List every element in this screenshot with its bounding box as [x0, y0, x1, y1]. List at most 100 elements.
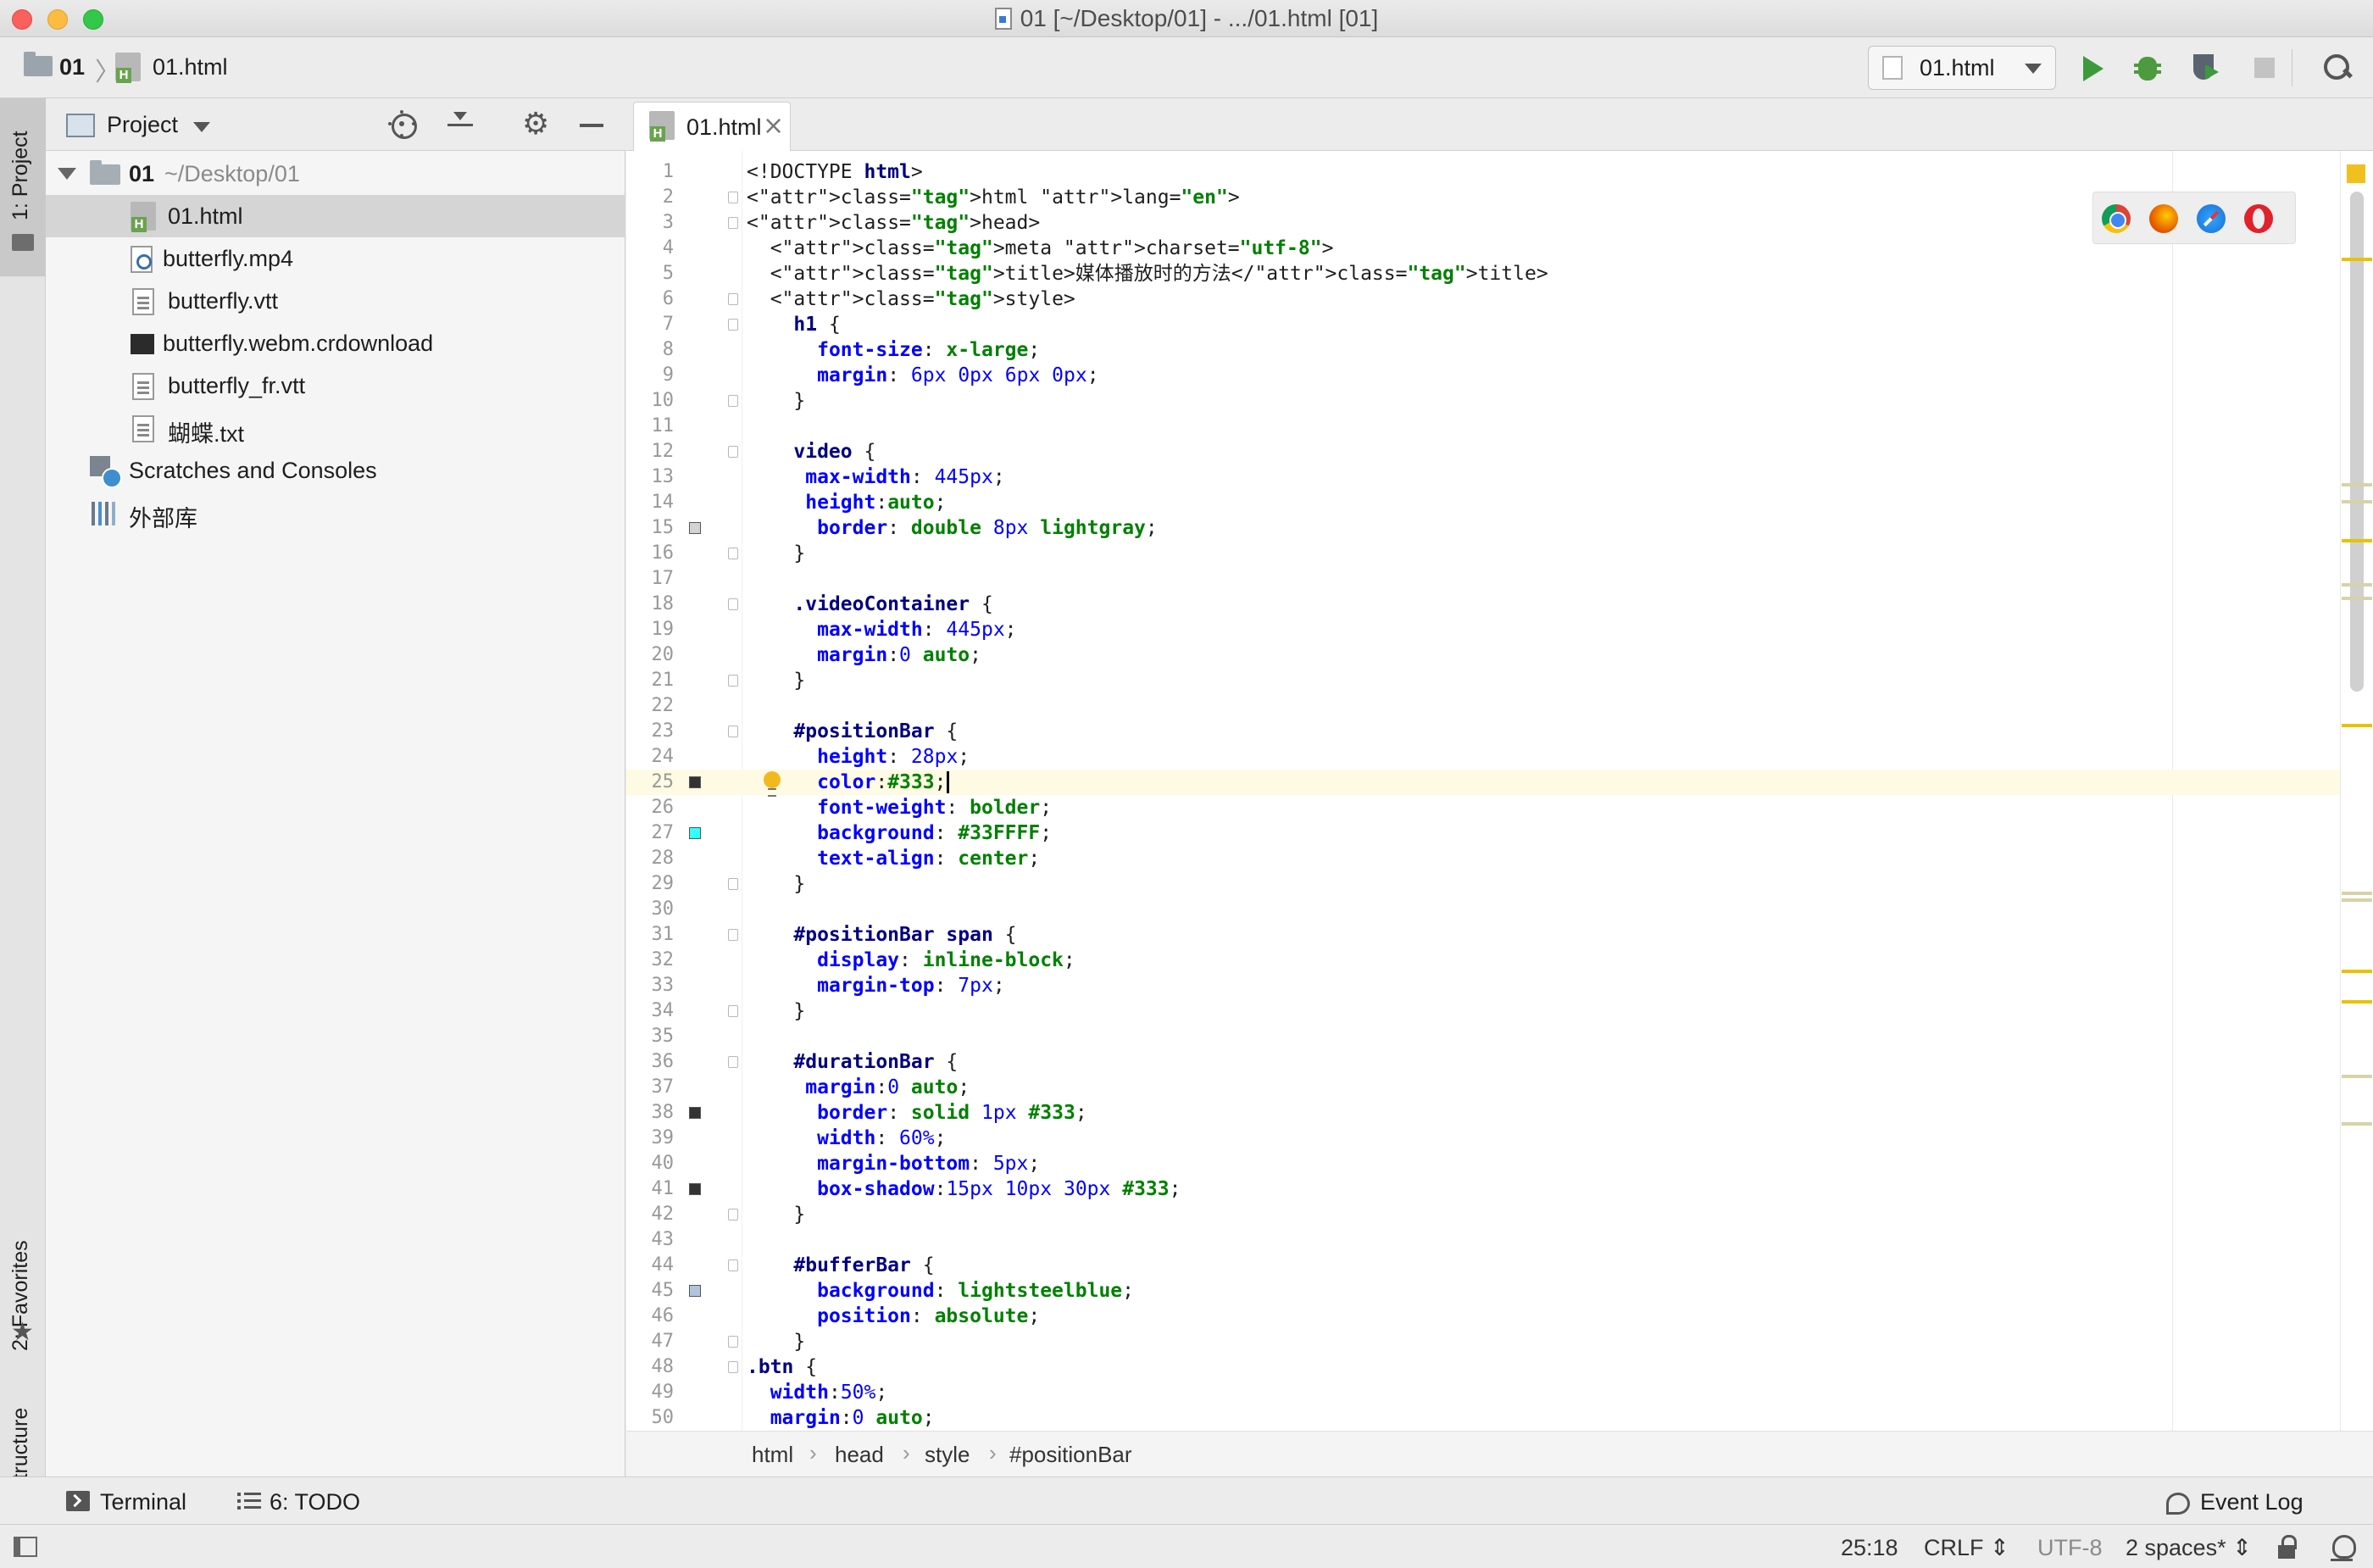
line-number[interactable]: 8: [626, 337, 674, 363]
stop-button[interactable]: [2246, 49, 2283, 86]
fold-marker-icon[interactable]: [728, 878, 738, 890]
line-number[interactable]: 10: [626, 388, 675, 414]
line-number[interactable]: 30: [626, 897, 675, 922]
code-line[interactable]: 49 width:50%;: [626, 1380, 2373, 1405]
code-line[interactable]: 23 #positionBar {: [626, 719, 2373, 744]
chrome-icon[interactable]: [2102, 204, 2131, 233]
line-number[interactable]: 44: [626, 1253, 675, 1278]
line-number[interactable]: 25: [626, 770, 675, 795]
breadcrumb-file[interactable]: 01.html: [153, 54, 228, 81]
line-number[interactable]: 21: [626, 668, 675, 693]
code-line[interactable]: 26 font-weight: bolder;: [626, 795, 2373, 820]
code-line[interactable]: 48 .btn {: [626, 1354, 2373, 1380]
line-number[interactable]: 37: [626, 1075, 675, 1100]
code-line[interactable]: 32 display: inline-block;: [626, 948, 2373, 973]
code-line[interactable]: 44 #bufferBar {: [626, 1253, 2373, 1278]
line-number[interactable]: 47: [626, 1329, 675, 1354]
code-line[interactable]: 38 border: solid 1px #333;: [626, 1100, 2373, 1126]
line-number[interactable]: 4: [626, 236, 674, 261]
line-number[interactable]: 2: [626, 185, 674, 210]
fold-marker-icon[interactable]: [728, 1005, 738, 1017]
line-number[interactable]: 24: [626, 744, 675, 770]
search-everywhere-button[interactable]: [2319, 49, 2356, 86]
code-line[interactable]: 36 #durationBar {: [626, 1049, 2373, 1075]
code-line[interactable]: 41 box-shadow:15px 10px 30px #333;: [626, 1176, 2373, 1202]
warning-stripe-marker[interactable]: [2342, 892, 2372, 895]
line-number[interactable]: 15: [626, 515, 675, 541]
tree-file-01-html[interactable]: 01.html: [46, 195, 625, 237]
line-number[interactable]: 22: [626, 693, 675, 719]
line-number[interactable]: 23: [626, 719, 675, 744]
fold-marker-icon[interactable]: [728, 1361, 738, 1373]
code-line[interactable]: 15 border: double 8px lightgray;: [626, 515, 2373, 541]
code-line[interactable]: 47 }: [626, 1329, 2373, 1354]
code-line[interactable]: 12 video {: [626, 439, 2373, 464]
code-line[interactable]: 43: [626, 1227, 2373, 1253]
code-line[interactable]: 7 h1 {: [626, 312, 2373, 337]
line-number[interactable]: 49: [626, 1380, 675, 1405]
warning-stripe-marker[interactable]: [2342, 1122, 2372, 1126]
line-number[interactable]: 14: [626, 490, 675, 515]
code-line[interactable]: 24 height: 28px;: [626, 744, 2373, 770]
warning-stripe-marker[interactable]: [2342, 539, 2372, 542]
color-swatch-icon[interactable]: [689, 1285, 701, 1297]
tree-file-butterfly-fr-vtt[interactable]: butterfly_fr.vtt: [46, 364, 625, 407]
tree-scratches[interactable]: Scratches and Consoles: [46, 449, 625, 492]
warning-stripe-marker[interactable]: [2342, 1000, 2372, 1004]
line-number[interactable]: 40: [626, 1151, 675, 1176]
debug-button[interactable]: [2129, 49, 2166, 86]
warning-stripe-marker[interactable]: [2342, 483, 2372, 487]
line-number[interactable]: 36: [626, 1049, 675, 1075]
line-number[interactable]: 9: [626, 363, 674, 388]
firefox-icon[interactable]: [2149, 204, 2178, 233]
file-encoding[interactable]: UTF-8: [2037, 1535, 2103, 1561]
line-number[interactable]: 18: [626, 592, 675, 617]
tree-external-libraries[interactable]: 外部库: [46, 492, 625, 534]
code-line[interactable]: 6 <"attr">class="tag">style>: [626, 286, 2373, 312]
fold-marker-icon[interactable]: [728, 598, 738, 610]
fold-marker-icon[interactable]: [728, 319, 738, 331]
code-line[interactable]: 46 position: absolute;: [626, 1304, 2373, 1329]
run-button[interactable]: [2073, 49, 2110, 86]
code-line[interactable]: 25 color:#333;: [626, 770, 2373, 797]
line-number[interactable]: 5: [626, 261, 674, 286]
code-line[interactable]: 29 }: [626, 871, 2373, 897]
breadcrumb-project[interactable]: 01: [59, 54, 85, 81]
code-line[interactable]: 10 }: [626, 388, 2373, 414]
code-breadcrumb-positionbar[interactable]: #positionBar: [1009, 1442, 1132, 1468]
warning-stripe-marker[interactable]: [2342, 258, 2372, 261]
code-line[interactable]: 39 width: 60%;: [626, 1126, 2373, 1151]
code-breadcrumb-head[interactable]: head: [835, 1442, 884, 1468]
line-number[interactable]: 13: [626, 464, 675, 490]
code-line[interactable]: 33 margin-top: 7px;: [626, 973, 2373, 998]
line-number[interactable]: 29: [626, 871, 675, 897]
fold-marker-icon[interactable]: [728, 1056, 738, 1068]
fold-marker-icon[interactable]: [728, 1209, 738, 1220]
line-number[interactable]: 1: [626, 159, 674, 185]
color-swatch-icon[interactable]: [689, 1107, 701, 1119]
warning-stripe-marker[interactable]: [2342, 898, 2372, 902]
code-line[interactable]: 40 margin-bottom: 5px;: [626, 1151, 2373, 1176]
line-number[interactable]: 45: [626, 1278, 675, 1304]
code-line[interactable]: 28 text-align: center;: [626, 846, 2373, 871]
line-number[interactable]: 42: [626, 1202, 675, 1227]
line-number[interactable]: 32: [626, 948, 675, 973]
editor-scrollbar-thumb[interactable]: [2350, 192, 2364, 692]
warning-stripe-marker[interactable]: [2342, 1075, 2372, 1078]
line-number[interactable]: 19: [626, 617, 675, 642]
locate-file-button[interactable]: [386, 108, 420, 142]
editor-tab-01-html[interactable]: 01.html ×: [633, 102, 791, 151]
code-line[interactable]: 5 <"attr">class="tag">title>媒体播放时的方法</"a…: [626, 261, 2373, 286]
todo-tool-button[interactable]: 6: TODO: [270, 1489, 360, 1515]
code-line[interactable]: 8 font-size: x-large;: [626, 337, 2373, 363]
code-line[interactable]: 42 }: [626, 1202, 2373, 1227]
fold-marker-icon[interactable]: [728, 217, 738, 229]
fold-marker-icon[interactable]: [728, 548, 738, 559]
code-line[interactable]: 13 max-width: 445px;: [626, 464, 2373, 490]
code-line[interactable]: 37 margin:0 auto;: [626, 1075, 2373, 1100]
hector-icon[interactable]: [2329, 1533, 2356, 1561]
code-line[interactable]: 27 background: #33FFFF;: [626, 820, 2373, 846]
opera-icon[interactable]: [2244, 204, 2273, 233]
code-breadcrumb-html[interactable]: html: [752, 1442, 793, 1468]
project-view-select[interactable]: Project: [107, 112, 178, 138]
